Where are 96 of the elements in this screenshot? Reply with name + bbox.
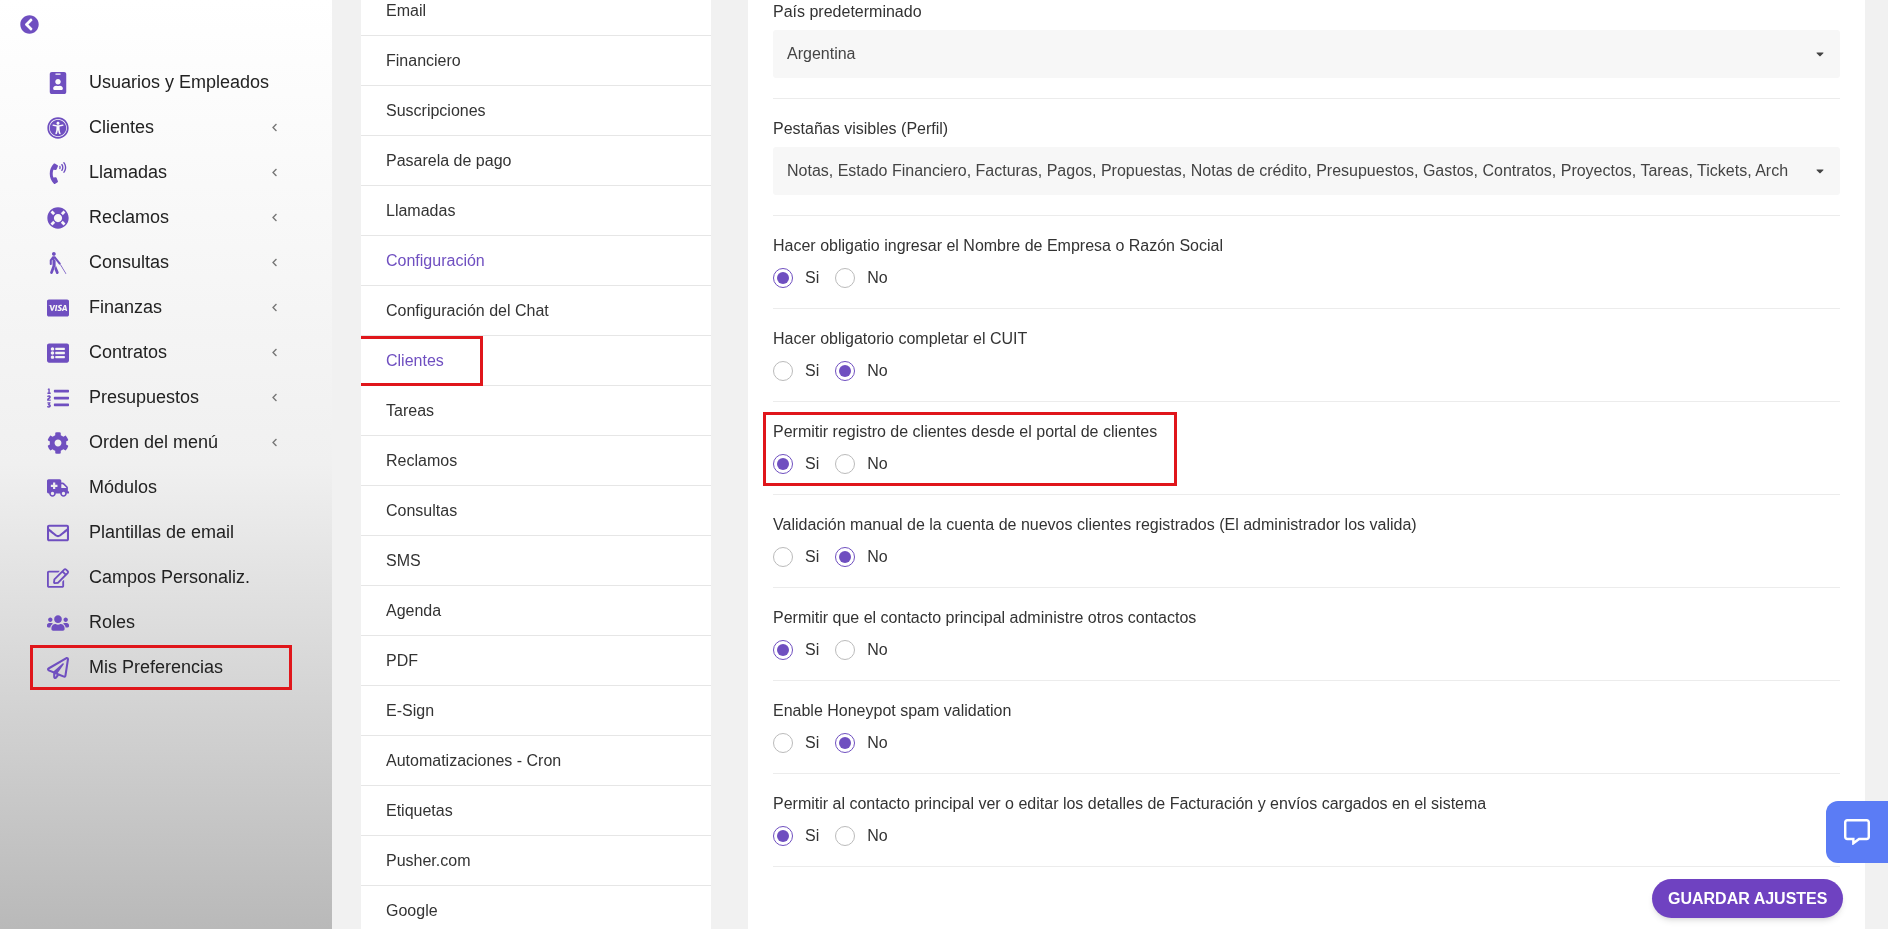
walking-person-icon <box>47 251 69 274</box>
settings-menu-item[interactable]: Clientes <box>361 335 483 386</box>
contact-card-icon <box>47 71 69 94</box>
radio-label: No <box>867 361 888 381</box>
radio-label: No <box>867 454 888 474</box>
sidebar-label: Módulos <box>89 476 159 499</box>
accessibility-icon <box>47 116 69 139</box>
radio-label: Si <box>805 361 820 381</box>
chevron-icon <box>270 213 279 222</box>
sidebar-label: Llamadas <box>89 161 169 184</box>
field-label: Permitir registro de clientes desde el portal de clientes <box>773 422 1158 442</box>
radio-label: No <box>867 826 888 846</box>
sidebar-label: Mis Preferencias <box>89 656 225 679</box>
select-field[interactable]: Argentina <box>773 30 1840 78</box>
chat-icon <box>1844 819 1870 845</box>
chevron-icon <box>270 258 279 267</box>
sidebar-item[interactable]: Mis Preferencias <box>30 645 292 690</box>
field-label: Pestañas visibles (Perfil) <box>773 119 950 139</box>
field-label: Validación manual de la cuenta de nuevos clientes registrados (El administrador los valida) <box>773 515 1417 535</box>
sidebar-item[interactable]: Plantillas de email <box>30 510 292 555</box>
sidebar-item[interactable]: Contratos <box>30 330 292 375</box>
edit-icon <box>47 566 69 589</box>
sidebar-item[interactable]: Presupuestos <box>30 375 292 420</box>
numbered-list-icon <box>47 386 69 409</box>
sidebar-label: Finanzas <box>89 296 164 319</box>
sidebar-label: Clientes <box>89 116 156 139</box>
settings-menu-item[interactable]: Automatizaciones - Cron <box>361 735 601 786</box>
sidebar-label: Usuarios y Empleados <box>89 71 271 94</box>
settings-menu-item[interactable]: E-Sign <box>361 685 474 736</box>
sidebar-label: Presupuestos <box>89 386 201 409</box>
settings-menu-item[interactable]: Llamadas <box>361 185 495 236</box>
field-label: Hacer obligatorio completar el CUIT <box>773 329 1028 349</box>
radio-label: No <box>867 733 888 753</box>
sidebar-item[interactable]: Consultas <box>30 240 292 285</box>
settings-menu-item[interactable]: Configuración del Chat <box>361 285 588 336</box>
sidebar-item[interactable]: Llamadas <box>30 150 292 195</box>
sidebar-label: Orden del menú <box>89 431 220 454</box>
sidebar-label: Roles <box>89 611 137 634</box>
settings-menu-item[interactable]: Pasarela de pago <box>361 135 551 186</box>
paper-plane-icon <box>47 656 69 679</box>
radio-label: Si <box>805 640 820 660</box>
chevron-icon <box>270 438 279 447</box>
settings-menu-item[interactable]: Financiero <box>361 35 500 86</box>
select-field[interactable]: Notas, Estado Financiero, Facturas, Pagos, Propuestas, Notas de crédito, Presupuestos, Gastos, Contratos, Proyectos, Tareas, Tickets, Arch <box>773 147 1840 195</box>
sidebar-label: Plantillas de email <box>89 521 236 544</box>
settings-menu-item[interactable]: Suscripciones <box>361 85 525 136</box>
sidebar-item[interactable]: Clientes <box>30 105 292 150</box>
field-label: Hacer obligatio ingresar el Nombre de Empresa o Razón Social <box>773 236 1223 256</box>
settings-menu-item[interactable]: Reclamos <box>361 435 497 486</box>
sidebar-label: Reclamos <box>89 206 171 229</box>
sidebar-item[interactable]: Usuarios y Empleados <box>30 60 292 105</box>
chevron-icon <box>270 168 279 177</box>
radio-label: Si <box>805 454 820 474</box>
field-label: Permitir que el contacto principal administre otros contactos <box>773 608 1197 628</box>
settings-menu-item[interactable]: Agenda <box>361 585 481 636</box>
radio-label: Si <box>805 826 820 846</box>
settings-menu-item[interactable]: Configuración <box>361 235 524 286</box>
phone-icon <box>47 161 69 184</box>
settings-menu-item[interactable]: SMS <box>361 535 460 586</box>
chevron-icon <box>270 123 279 132</box>
settings-menu-item[interactable]: Consultas <box>361 485 497 536</box>
save-button[interactable]: GUARDAR AJUSTES <box>1652 879 1844 918</box>
lifebuoy-icon <box>47 206 69 229</box>
chevron-icon <box>270 348 279 357</box>
field-label: Permitir al contacto principal ver o editar los detalles de Facturación y envíos cargados en el sistema <box>773 794 1487 814</box>
sidebar-item[interactable]: Reclamos <box>30 195 292 240</box>
settings-menu-item[interactable]: Pusher.com <box>361 835 510 886</box>
sidebar-item[interactable]: Finanzas <box>30 285 292 330</box>
radio-label: Si <box>805 547 820 567</box>
radio-label: No <box>867 547 888 567</box>
settings-menu-item[interactable]: PDF <box>361 635 457 686</box>
card-icon <box>47 296 69 319</box>
chevron-icon <box>270 303 279 312</box>
settings-menu-item[interactable]: Google <box>361 885 477 929</box>
settings-menu-item[interactable]: Tareas <box>361 385 474 436</box>
back-icon[interactable] <box>20 15 39 34</box>
radio-label: No <box>867 640 888 660</box>
settings-icon <box>47 431 69 454</box>
field-label: Enable Honeypot spam validation <box>773 701 1012 721</box>
sidebar-item[interactable]: Módulos <box>30 465 292 510</box>
settings-menu-item[interactable]: Email <box>361 0 465 36</box>
sidebar-label: Campos Personaliz. <box>89 566 252 589</box>
sidebar-item[interactable]: Roles <box>30 600 292 645</box>
radio-label: Si <box>805 268 820 288</box>
chat-button[interactable] <box>1826 801 1888 863</box>
radio-label: Si <box>805 733 820 753</box>
radio-label: No <box>867 268 888 288</box>
chevron-icon <box>270 393 279 402</box>
sidebar-item[interactable]: Orden del menú <box>30 420 292 465</box>
list-icon <box>47 341 69 364</box>
sidebar-label: Consultas <box>89 251 171 274</box>
settings-menu-item[interactable]: Etiquetas <box>361 785 492 836</box>
sidebar-label: Contratos <box>89 341 169 364</box>
field-label: País predeterminado <box>773 2 923 22</box>
sidebar-item[interactable]: Campos Personaliz. <box>30 555 292 600</box>
ambulance-icon <box>47 476 69 499</box>
